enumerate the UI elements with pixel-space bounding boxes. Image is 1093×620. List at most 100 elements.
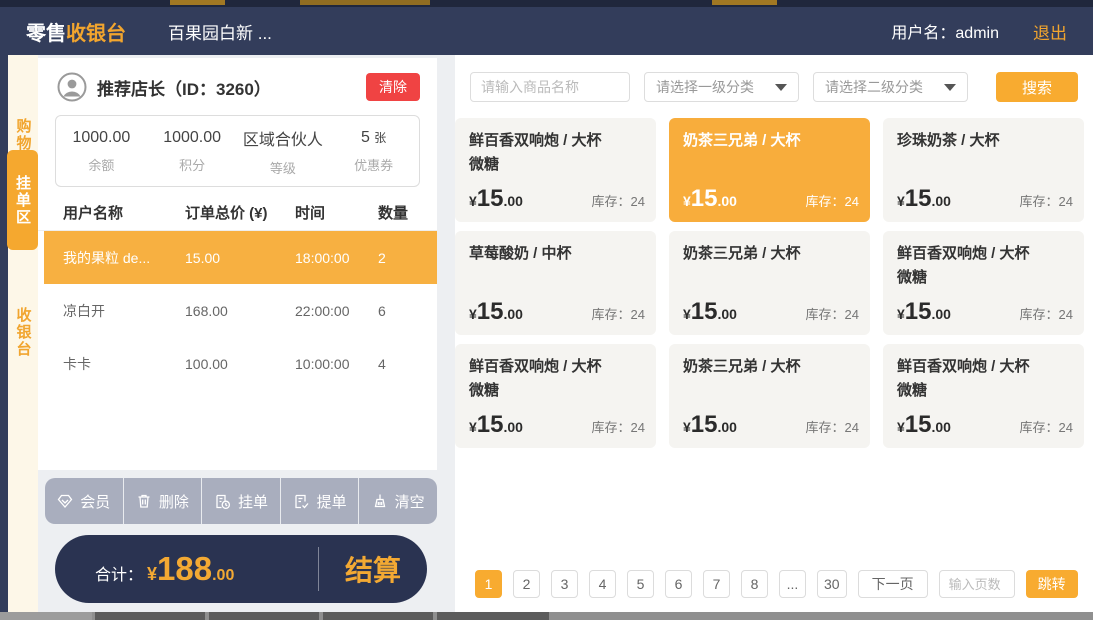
sidebar-tabs: 购物区 挂单区 收银台 [8, 55, 38, 612]
member-row: 推荐店长（ID：3260） 清除 [38, 58, 437, 102]
member-order-panel: 推荐店长（ID：3260） 清除 1000.00 余额 1000.00 积分 区… [38, 58, 437, 470]
chevron-down-icon [944, 84, 956, 91]
left-rail [0, 55, 8, 612]
total-label: 合计： [95, 561, 143, 585]
tab-hold-order-area[interactable]: 挂单区 [7, 150, 38, 250]
remnant-fragment [712, 0, 777, 5]
product-card[interactable]: 珍珠奶茶 / 大杯 ¥15.00库存：24 [883, 118, 1084, 222]
page-button[interactable]: 1 [475, 570, 502, 598]
table-row[interactable]: 我的果粒 de... 15.00 18:00:00 2 [44, 231, 437, 284]
product-name-input[interactable] [470, 72, 630, 102]
logout-link[interactable]: 退出 [1033, 19, 1067, 44]
member-button[interactable]: 会员 [45, 478, 123, 524]
hold-order-icon [214, 493, 231, 510]
order-total: 合计： ¥ 188 .00 [55, 550, 318, 588]
stock-label: 库存：24 [806, 417, 859, 436]
total-amount-decimal: .00 [212, 567, 234, 585]
clear-member-button[interactable]: 清除 [366, 73, 420, 101]
page-button[interactable]: 6 [665, 570, 692, 598]
product-card[interactable]: 草莓酸奶 / 中杯 ¥15.00库存：24 [455, 231, 656, 335]
search-button[interactable]: 搜索 [996, 72, 1078, 102]
table-row[interactable]: 卡卡 100.00 10:00:00 4 [38, 337, 437, 390]
page-button[interactable]: 7 [703, 570, 730, 598]
clear-all-icon [372, 493, 388, 509]
taskbar-segment [437, 612, 549, 620]
member-title: 推荐店长（ID：3260） [97, 75, 271, 100]
page-button[interactable]: 2 [513, 570, 540, 598]
delete-button[interactable]: 删除 [123, 478, 202, 524]
product-panel: 请选择一级分类 请选择二级分类 搜索 鲜百香双响炮 / 大杯微糖 ¥15.00库… [455, 55, 1093, 612]
remnant-fragment [170, 0, 225, 5]
col-user-name: 用户名称 [63, 202, 185, 223]
stat-level: 区域合伙人 等级 [238, 126, 329, 177]
trash-icon [136, 493, 152, 509]
username-label: 用户名：admin [891, 19, 999, 43]
product-card[interactable]: 鲜百香双响炮 / 大杯微糖 ¥15.00库存：24 [883, 344, 1084, 448]
app-header: 零售收银台 百果园白新 ... 用户名：admin 退出 [0, 7, 1093, 55]
currency-symbol: ¥ [147, 564, 157, 585]
member-stats-box: 1000.00 余额 1000.00 积分 区域合伙人 等级 5 张 优惠券 [55, 115, 420, 187]
col-time: 时间 [295, 202, 378, 223]
user-avatar-icon [57, 72, 87, 102]
taskbar-segment [209, 612, 319, 620]
page-button[interactable]: 5 [627, 570, 654, 598]
app-logo: 零售收银台 [26, 17, 126, 46]
store-name: 百果园白新 ... [168, 19, 272, 44]
next-page-button[interactable]: 下一页 [858, 570, 928, 598]
page-number-input[interactable] [939, 570, 1015, 598]
stock-label: 库存：24 [592, 191, 645, 210]
stock-label: 库存：24 [592, 417, 645, 436]
logo-text-cashier: 收银台 [66, 23, 126, 45]
product-card[interactable]: 鲜百香双响炮 / 大杯微糖 ¥15.00库存：24 [455, 118, 656, 222]
product-card[interactable]: 鲜百香双响炮 / 大杯微糖 ¥15.00库存：24 [883, 231, 1084, 335]
hold-order-button[interactable]: 挂单 [201, 478, 280, 524]
header-right: 用户名：admin 退出 [891, 19, 1067, 44]
product-search-row: 请选择一级分类 请选择二级分类 搜索 [470, 72, 1078, 102]
stock-label: 库存：24 [806, 191, 859, 210]
total-amount: 188 [157, 550, 212, 588]
stock-label: 库存：24 [592, 304, 645, 323]
pagination: 1 2 3 4 5 6 7 8 ... 30 下一页 跳转 [475, 570, 1078, 598]
window-top-remnant [0, 0, 1093, 7]
jump-button[interactable]: 跳转 [1026, 570, 1078, 598]
table-row[interactable]: 凉白开 168.00 22:00:00 6 [38, 284, 437, 337]
chevron-down-icon [775, 84, 787, 91]
member-badge-icon [57, 493, 73, 509]
stock-label: 库存：24 [1020, 304, 1073, 323]
held-orders-table: 用户名称 订单总价 (¥) 时间 数量 我的果粒 de... 15.00 18:… [38, 195, 437, 390]
order-actions-bar: 会员 删除 挂单 提单 清空 [45, 478, 437, 524]
stat-points: 1000.00 积分 [147, 129, 238, 174]
product-card-selected[interactable]: 奶茶三兄弟 / 大杯 ¥15.00库存：24 [669, 118, 870, 222]
col-qty: 数量 [378, 202, 437, 223]
page-button[interactable]: 30 [817, 570, 847, 598]
retrieve-order-button[interactable]: 提单 [280, 478, 359, 524]
stat-coupons: 5 张 优惠券 [328, 129, 419, 174]
taskbar-segment [0, 612, 92, 620]
taskbar-segment [323, 612, 433, 620]
checkout-bar: 合计： ¥ 188 .00 结算 [55, 535, 427, 603]
category-level1-select[interactable]: 请选择一级分类 [644, 72, 799, 102]
product-card[interactable]: 奶茶三兄弟 / 大杯 ¥15.00库存：24 [669, 344, 870, 448]
logo-text-retail: 零售 [26, 23, 66, 45]
remnant-fragment [300, 0, 430, 5]
retrieve-order-icon [293, 493, 310, 510]
stock-label: 库存：24 [1020, 191, 1073, 210]
taskbar-remnant [0, 612, 1093, 620]
product-card[interactable]: 奶茶三兄弟 / 大杯 ¥15.00库存：24 [669, 231, 870, 335]
product-grid: 鲜百香双响炮 / 大杯微糖 ¥15.00库存：24 奶茶三兄弟 / 大杯 ¥15… [455, 118, 1084, 448]
table-header-row: 用户名称 订单总价 (¥) 时间 数量 [38, 195, 437, 231]
clear-all-button[interactable]: 清空 [358, 478, 437, 524]
col-order-total: 订单总价 (¥) [185, 202, 295, 223]
category-level2-select[interactable]: 请选择二级分类 [813, 72, 968, 102]
tab-cashier-area[interactable]: 收银台 [8, 277, 38, 387]
page-button[interactable]: 8 [741, 570, 768, 598]
stock-label: 库存：24 [1020, 417, 1073, 436]
taskbar-segment [95, 612, 205, 620]
page-button[interactable]: 3 [551, 570, 578, 598]
page-ellipsis-button[interactable]: ... [779, 570, 806, 598]
settle-button[interactable]: 结算 [319, 549, 427, 589]
stock-label: 库存：24 [806, 304, 859, 323]
product-card[interactable]: 鲜百香双响炮 / 大杯微糖 ¥15.00库存：24 [455, 344, 656, 448]
page-button[interactable]: 4 [589, 570, 616, 598]
stat-balance: 1000.00 余额 [56, 129, 147, 174]
